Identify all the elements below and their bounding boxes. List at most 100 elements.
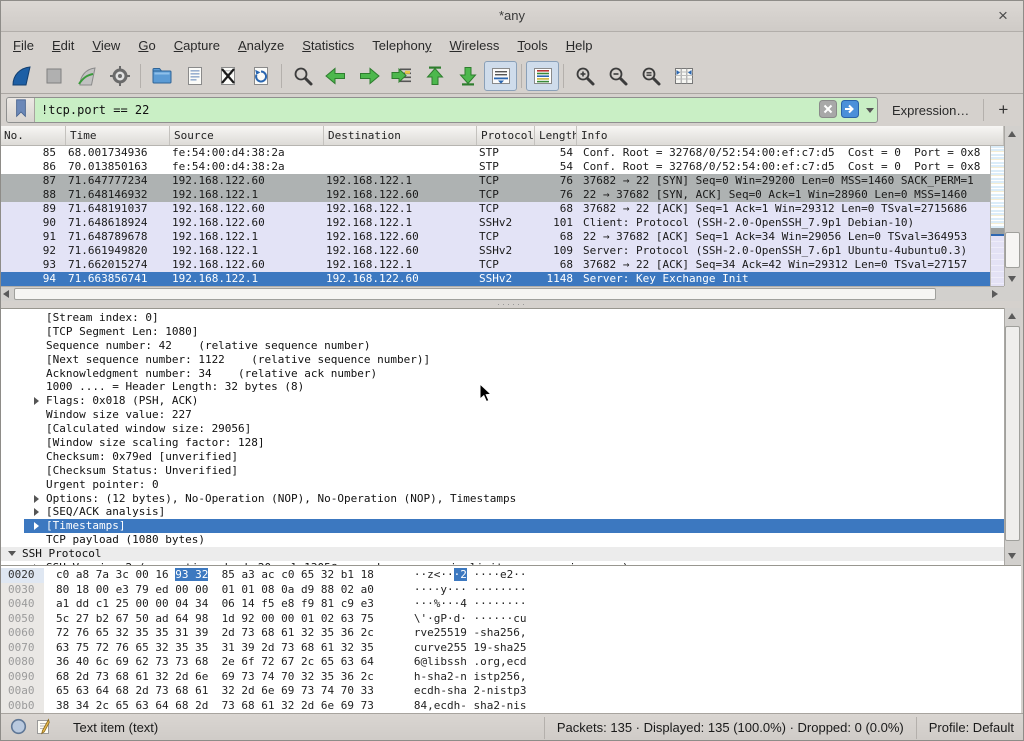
menu-help[interactable]: Help: [557, 35, 602, 56]
packet-row-89[interactable]: 8971.648191037192.168.122.60192.168.122.…: [0, 202, 990, 216]
zoom-out-button[interactable]: [601, 61, 634, 91]
zoom-reset-button[interactable]: [634, 61, 667, 91]
column-header-protocol[interactable]: Protocol: [477, 126, 535, 145]
filter-history-button[interactable]: [862, 97, 877, 123]
detail-line[interactable]: SSH Protocol: [0, 547, 1004, 561]
detail-line[interactable]: Sequence number: 42 (relative sequence n…: [0, 339, 1004, 353]
menu-tools[interactable]: Tools: [508, 35, 556, 56]
expander-icon[interactable]: [30, 492, 46, 506]
resize-columns-button[interactable]: [667, 61, 700, 91]
scroll-left-icon[interactable]: [3, 290, 9, 298]
auto-scroll-toggle-button[interactable]: [484, 61, 517, 91]
detail-line[interactable]: [Window size scaling factor: 128]: [0, 436, 1004, 450]
detail-line[interactable]: Window size value: 227: [0, 408, 1004, 422]
detail-line[interactable]: Acknowledgment number: 34 (relative ack …: [0, 367, 1004, 381]
zoom-in-button[interactable]: [568, 61, 601, 91]
add-filter-button[interactable]: +: [990, 100, 1016, 120]
detail-scroll-thumb[interactable]: [1005, 326, 1020, 541]
start-capture-button[interactable]: [4, 61, 37, 91]
filter-bookmark-button[interactable]: [7, 98, 35, 122]
menu-analyze[interactable]: Analyze: [229, 35, 293, 56]
filter-clear-button[interactable]: [818, 101, 837, 120]
packet-row-85[interactable]: 8568.001734936fe:54:00:d4:38:2aSTP54Conf…: [0, 146, 990, 160]
stop-capture-button[interactable]: [37, 61, 70, 91]
menu-capture[interactable]: Capture: [165, 35, 229, 56]
packet-row-86[interactable]: 8670.013850163fe:54:00:d4:38:2aSTP54Conf…: [0, 160, 990, 174]
expander-icon[interactable]: [30, 505, 46, 519]
packet-list-scroll-thumb[interactable]: [1005, 232, 1020, 268]
save-capture-file-button[interactable]: [178, 61, 211, 91]
detail-line[interactable]: [Calculated window size: 29056]: [0, 422, 1004, 436]
profile-text[interactable]: Profile: Default: [929, 720, 1014, 735]
restart-capture-button[interactable]: [70, 61, 103, 91]
column-header-source[interactable]: Source: [170, 126, 324, 145]
expander-icon[interactable]: [30, 519, 46, 533]
packet-minimap[interactable]: [990, 146, 1004, 286]
column-header-destination[interactable]: Destination: [324, 126, 477, 145]
hex-row-00b0[interactable]: 00b038 34 2c 65 63 64 68 2d 73 68 61 32 …: [0, 699, 1021, 714]
go-to-packet-button[interactable]: [385, 61, 418, 91]
capture-options-button[interactable]: [103, 61, 136, 91]
capture-comment-icon[interactable]: [35, 717, 53, 738]
reload-capture-file-button[interactable]: [244, 61, 277, 91]
hex-row-0040[interactable]: 0040a1 dd c1 25 00 00 04 34 06 14 f5 e8 …: [0, 597, 1021, 612]
detail-scroll-down-icon[interactable]: [1008, 553, 1016, 559]
menu-go[interactable]: Go: [129, 35, 164, 56]
go-first-packet-button[interactable]: [418, 61, 451, 91]
column-header-length[interactable]: Length: [535, 126, 577, 145]
expert-info-icon[interactable]: [10, 718, 27, 738]
column-header-info[interactable]: Info: [577, 126, 1004, 145]
menu-view[interactable]: View: [83, 35, 129, 56]
display-filter-input[interactable]: [35, 103, 818, 117]
menu-edit[interactable]: Edit: [43, 35, 83, 56]
menu-wireless[interactable]: Wireless: [441, 35, 509, 56]
packet-row-93[interactable]: 9371.662015274192.168.122.60192.168.122.…: [0, 258, 990, 272]
close-icon[interactable]: ×: [990, 0, 1016, 31]
menu-telephony[interactable]: Telephony: [363, 35, 440, 56]
packet-row-87[interactable]: 8771.647777234192.168.122.60192.168.122.…: [0, 174, 990, 188]
column-header-no[interactable]: No.: [0, 126, 66, 145]
detail-line[interactable]: Urgent pointer: 0: [0, 478, 1004, 492]
menu-statistics[interactable]: Statistics: [293, 35, 363, 56]
detail-line[interactable]: TCP payload (1080 bytes): [0, 533, 1004, 547]
detail-line[interactable]: [Stream index: 0]: [0, 311, 1004, 325]
hex-row-0060[interactable]: 006072 76 65 32 35 35 31 39 2d 73 68 61 …: [0, 626, 1021, 641]
detail-scroll-up-icon[interactable]: [1008, 313, 1016, 319]
packet-row-91[interactable]: 9171.648789678192.168.122.1192.168.122.6…: [0, 230, 990, 244]
detail-line[interactable]: [SEQ/ACK analysis]: [0, 505, 1004, 519]
scroll-up-icon[interactable]: [1008, 131, 1016, 137]
expression-button[interactable]: Expression…: [884, 101, 977, 120]
hex-row-0050[interactable]: 00505c 27 b2 67 50 ad 64 98 1d 92 00 00 …: [0, 612, 1021, 627]
go-back-button[interactable]: [319, 61, 352, 91]
go-forward-button[interactable]: [352, 61, 385, 91]
detail-line[interactable]: Flags: 0x018 (PSH, ACK): [0, 394, 1004, 408]
scroll-right-icon[interactable]: [992, 290, 998, 298]
detail-line[interactable]: [Timestamps]: [0, 519, 1004, 533]
hex-row-0090[interactable]: 009068 2d 73 68 61 32 2d 6e 69 73 74 70 …: [0, 670, 1021, 685]
open-capture-file-button[interactable]: [145, 61, 178, 91]
detail-line[interactable]: [Next sequence number: 1122 (relative se…: [0, 353, 1004, 367]
packet-row-88[interactable]: 8871.648146932192.168.122.1192.168.122.6…: [0, 188, 990, 202]
hex-row-00a0[interactable]: 00a065 63 64 68 2d 73 68 61 32 2d 6e 69 …: [0, 684, 1021, 699]
colorize-toggle-button[interactable]: [526, 61, 559, 91]
detail-line[interactable]: Checksum: 0x79ed [unverified]: [0, 450, 1004, 464]
close-capture-file-button[interactable]: [211, 61, 244, 91]
filter-apply-button[interactable]: [840, 101, 859, 120]
hex-row-0080[interactable]: 008036 40 6c 69 62 73 73 68 2e 6f 72 67 …: [0, 655, 1021, 670]
pane-splitter[interactable]: [0, 301, 1024, 308]
detail-line[interactable]: [TCP Segment Len: 1080]: [0, 325, 1004, 339]
find-packet-button[interactable]: [286, 61, 319, 91]
hex-row-0030[interactable]: 003080 18 00 e3 79 ed 00 00 01 01 08 0a …: [0, 583, 1021, 598]
packet-row-90[interactable]: 9071.648618924192.168.122.60192.168.122.…: [0, 216, 990, 230]
packet-list-hscroll-thumb[interactable]: [14, 288, 936, 300]
detail-line[interactable]: Options: (12 bytes), No-Operation (NOP),…: [0, 492, 1004, 506]
scroll-down-icon[interactable]: [1008, 276, 1016, 282]
detail-line[interactable]: 1000 .... = Header Length: 32 bytes (8): [0, 380, 1004, 394]
packet-row-92[interactable]: 9271.661949820192.168.122.1192.168.122.6…: [0, 244, 990, 258]
packet-row-94[interactable]: 9471.663856741192.168.122.1192.168.122.6…: [0, 272, 990, 286]
menu-file[interactable]: File: [4, 35, 43, 56]
expander-icon[interactable]: [6, 547, 22, 561]
go-last-packet-button[interactable]: [451, 61, 484, 91]
column-header-time[interactable]: Time: [66, 126, 170, 145]
hex-row-0070[interactable]: 007063 75 72 76 65 32 35 35 31 39 2d 73 …: [0, 641, 1021, 656]
